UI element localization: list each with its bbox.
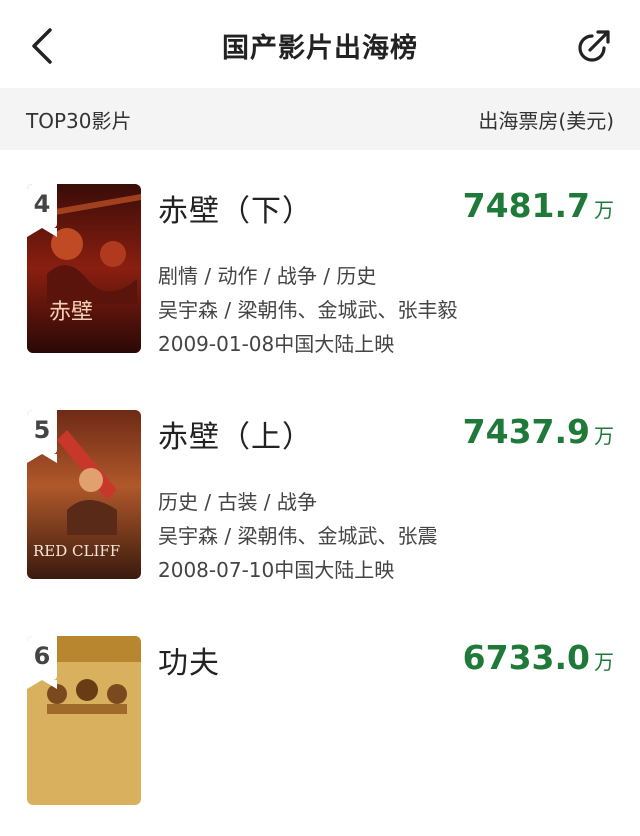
poster-title-text: 赤壁 — [49, 300, 93, 325]
share-icon — [578, 30, 610, 62]
movie-title[interactable]: 赤壁（下） — [158, 186, 313, 230]
movie-genres: 历史 / 古装 / 战争 — [158, 490, 317, 514]
share-button[interactable] — [574, 26, 614, 66]
box-office-column-label: 出海票房(美元) — [478, 109, 614, 133]
movie-release-date: 2009-01-08中国大陆上映 — [158, 332, 395, 356]
movie-title[interactable]: 功夫 — [158, 638, 220, 682]
box-office-unit: 万 — [594, 650, 614, 674]
movie-poster[interactable]: 6 — [27, 636, 141, 805]
box-office-unit: 万 — [594, 198, 614, 222]
list-header-label: TOP30影片 — [26, 109, 132, 133]
movie-row-3[interactable]: 6 功夫 6733.0 万 — [0, 636, 640, 836]
box-office-number: 6733.0 — [462, 638, 590, 677]
rank-badge: 4 — [27, 184, 57, 237]
movie-title[interactable]: 赤壁（上） — [158, 412, 313, 456]
movie-cast: 吴宇森 / 梁朝伟、金城武、张震 — [158, 524, 438, 548]
movie-poster[interactable]: 赤壁 4 — [27, 184, 141, 353]
movie-row-2[interactable]: RED CLIFF 5 赤壁（上） 7437.9 万 历史 / 古装 / 战争 吴… — [0, 410, 640, 610]
box-office-value: 6733.0 万 — [463, 638, 614, 677]
movie-genres: 剧情 / 动作 / 战争 / 历史 — [158, 264, 377, 288]
rank-badge: 6 — [27, 636, 57, 689]
box-office-value: 7437.9 万 — [463, 412, 614, 451]
page-title: 国产影片出海榜 — [222, 33, 418, 64]
top-bar: 国产影片出海榜 — [0, 0, 640, 88]
list-header: TOP30影片 出海票房(美元) — [0, 88, 640, 150]
box-office-unit: 万 — [594, 424, 614, 448]
box-office-value: 7481.7 万 — [463, 186, 614, 225]
poster-title-text: RED CLIFF — [33, 542, 120, 560]
movie-cast: 吴宇森 / 梁朝伟、金城武、张丰毅 — [158, 298, 458, 322]
rank-badge: 5 — [27, 410, 57, 463]
box-office-number: 7481.7 — [462, 186, 590, 225]
movie-row-1[interactable]: 赤壁 4 赤壁（下） 7481.7 万 剧情 / 动作 / 战争 / 历史 吴宇森… — [0, 184, 640, 384]
movie-poster[interactable]: RED CLIFF 5 — [27, 410, 141, 579]
movie-release-date: 2008-07-10中国大陆上映 — [158, 558, 395, 582]
box-office-number: 7437.9 — [462, 412, 590, 451]
